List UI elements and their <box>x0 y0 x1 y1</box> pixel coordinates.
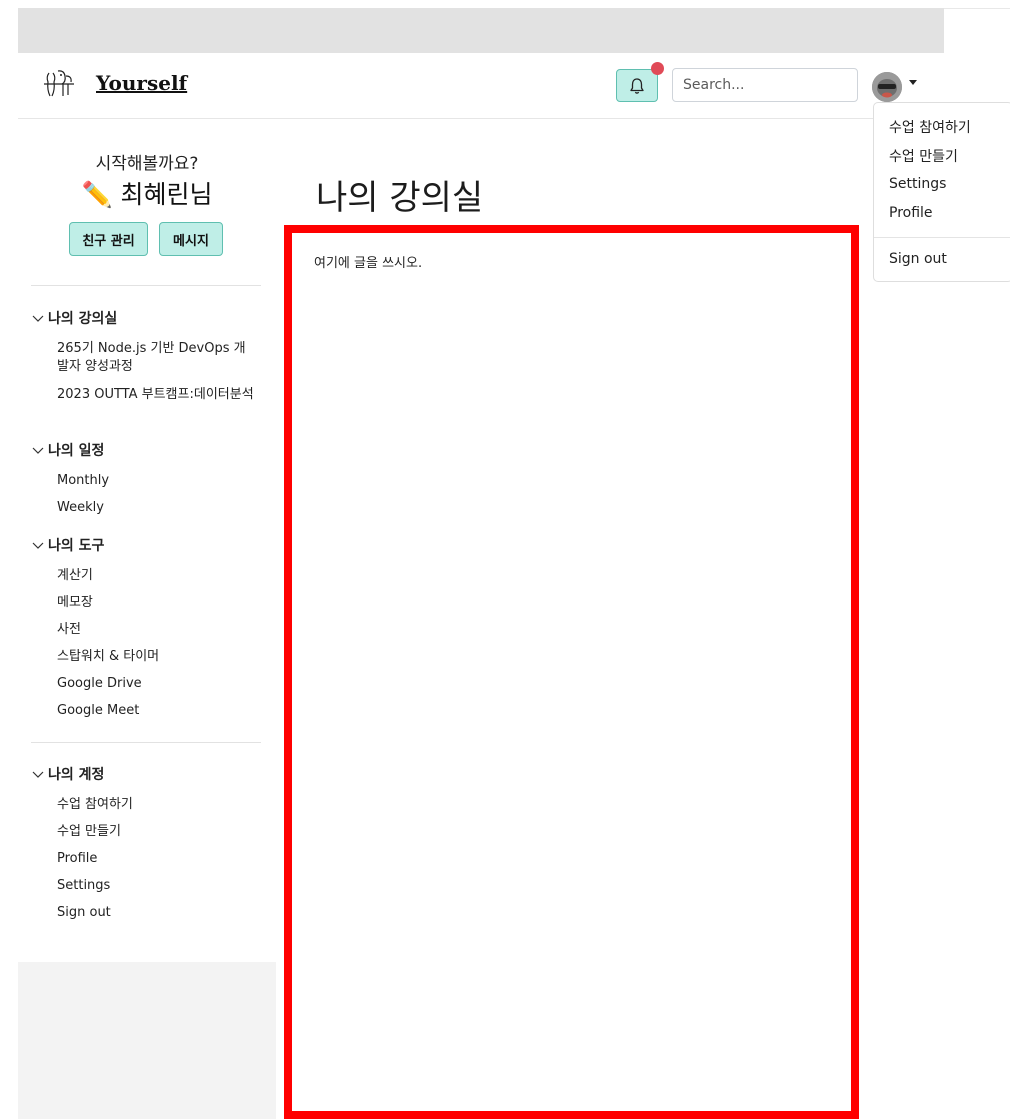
sidebar-item-google-drive[interactable]: Google Drive <box>57 675 257 693</box>
menu-item-settings[interactable]: Settings <box>889 176 946 192</box>
section-label: 나의 도구 <box>48 538 105 554</box>
messages-button[interactable]: 메시지 <box>159 222 223 256</box>
brand-name[interactable]: Yourself <box>96 71 187 95</box>
sidebar-divider <box>31 285 261 286</box>
sidebar-item-join-class[interactable]: 수업 참여하기 <box>57 796 257 814</box>
menu-item-create-class[interactable]: 수업 만들기 <box>889 146 958 166</box>
friends-button[interactable]: 친구 관리 <box>69 222 148 256</box>
section-label: 나의 계정 <box>48 767 105 783</box>
menu-item-profile[interactable]: Profile <box>889 205 933 221</box>
chevron-down-icon <box>32 447 44 454</box>
sidebar-item-sign-out[interactable]: Sign out <box>57 904 257 922</box>
sidebar-item-dictionary[interactable]: 사전 <box>57 621 257 639</box>
account-menu-caret-icon[interactable] <box>909 80 917 85</box>
sidebar-item-profile[interactable]: Profile <box>57 850 257 868</box>
user-name: ✏️ 최혜린님 <box>81 180 213 209</box>
user-avatar[interactable] <box>872 72 902 102</box>
avatar-image <box>872 72 902 102</box>
sidebar-item-google-meet[interactable]: Google Meet <box>57 702 257 720</box>
brand-logo-icon <box>44 70 74 97</box>
sidebar-item-create-class[interactable]: 수업 만들기 <box>57 823 257 841</box>
section-my-schedule[interactable]: 나의 일정 <box>31 440 104 460</box>
sidebar-item-course-outta[interactable]: 2023 OUTTA 부트캠프:데이터분석 <box>57 386 257 404</box>
sidebar-item-weekly[interactable]: Weekly <box>57 499 257 517</box>
section-my-account[interactable]: 나의 계정 <box>31 764 104 784</box>
menu-divider <box>874 237 1010 238</box>
section-label: 나의 강의실 <box>48 311 118 327</box>
notification-badge <box>651 62 664 75</box>
navbar: Yourself <box>18 54 1010 119</box>
section-my-classroom[interactable]: 나의 강의실 <box>31 308 117 328</box>
sidebar-item-course-devops[interactable]: 265기 Node.js 기반 DevOps 개발자 양성과정 <box>57 340 257 376</box>
chevron-down-icon <box>32 315 44 322</box>
bell-icon <box>630 77 644 94</box>
sidebar-item-monthly[interactable]: Monthly <box>57 472 257 490</box>
search-input[interactable] <box>672 68 858 102</box>
chevron-down-icon <box>32 771 44 778</box>
sidebar-item-memo[interactable]: 메모장 <box>57 594 257 612</box>
sidebar-item-calculator[interactable]: 계산기 <box>57 567 257 585</box>
sidebar-divider <box>31 742 261 743</box>
top-banner-strip <box>18 8 944 53</box>
sidebar-greeting: 시작해볼까요? <box>95 154 199 174</box>
notification-button[interactable] <box>616 69 658 102</box>
account-dropdown-menu: 수업 참여하기 수업 만들기 Settings Profile Sign out <box>873 102 1010 282</box>
text-editor[interactable]: 여기에 글을 쓰시오. <box>284 225 859 1119</box>
menu-item-sign-out[interactable]: Sign out <box>889 251 947 267</box>
editor-content[interactable]: 여기에 글을 쓰시오. <box>314 252 422 271</box>
sidebar-footer-area <box>18 962 276 1119</box>
chevron-down-icon <box>32 542 44 549</box>
sidebar: 시작해볼까요? ✏️ 최혜린님 친구 관리 메시지 나의 강의실 265기 No… <box>18 120 276 962</box>
section-label: 나의 일정 <box>48 443 105 459</box>
menu-item-join-class[interactable]: 수업 참여하기 <box>889 117 971 137</box>
page-title: 나의 강의실 <box>316 178 484 218</box>
sidebar-item-stopwatch[interactable]: 스탑워치 & 타이머 <box>57 648 257 666</box>
top-divider <box>944 8 1010 9</box>
brand-link[interactable]: Yourself <box>42 68 187 98</box>
sidebar-item-settings[interactable]: Settings <box>57 877 257 895</box>
section-my-tools[interactable]: 나의 도구 <box>31 535 104 555</box>
